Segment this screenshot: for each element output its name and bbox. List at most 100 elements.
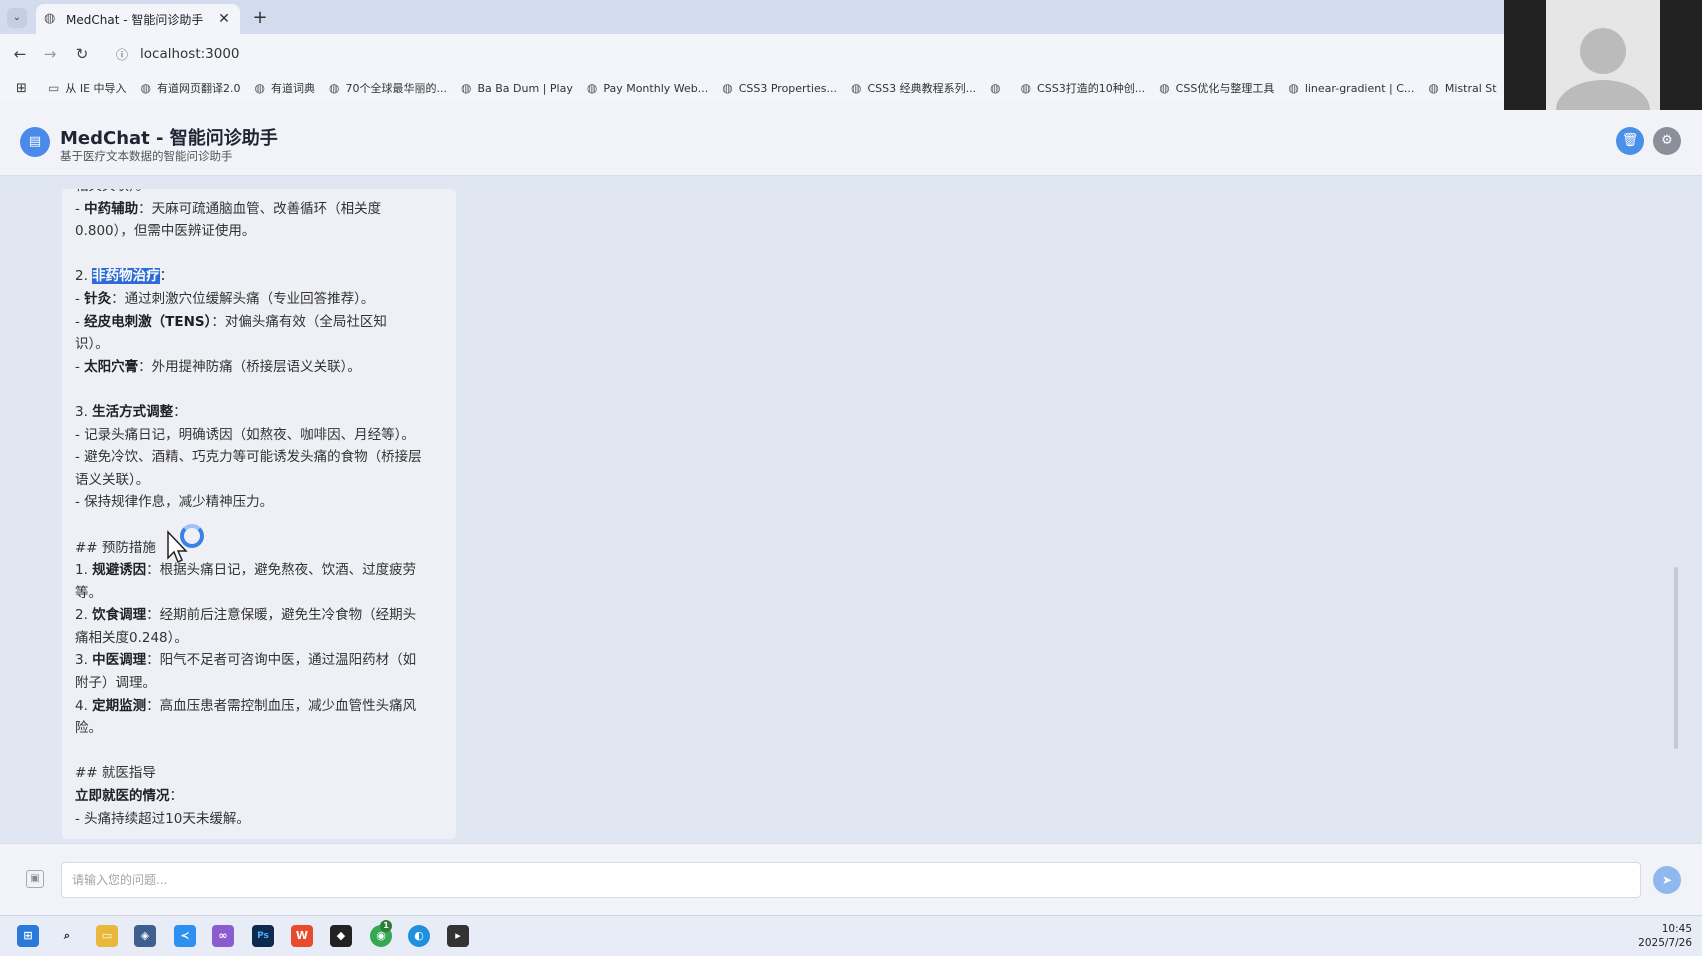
clear-chat-button[interactable]: 🗑 (1616, 127, 1644, 155)
line-bold-term: 规避诱因 (92, 562, 147, 579)
message-line: - 针灸：通过刺激穴位缓解头痛（专业回答推荐）。 (75, 288, 447, 311)
assistant-message-bubble: 相关关联）。 - 中药辅助：天麻可疏通脑血管、改善循环（相关度 0.800），但需中… (62, 189, 456, 839)
message-line: 语义关联）。 (75, 469, 447, 492)
windows-start-icon[interactable]: ⊞ (17, 925, 39, 947)
bookmark-item[interactable]: ◍ 有道网页翻译2.0 (141, 80, 241, 96)
globe-icon: ◍ (140, 81, 152, 95)
arrow-right-icon: → (43, 45, 57, 63)
notification-badge: 1 (380, 920, 392, 932)
line-text: 识）。 (75, 336, 109, 353)
visual-studio-icon[interactable]: ∞ (212, 925, 234, 947)
edge-icon[interactable]: ◐ (408, 925, 430, 947)
line-text: 等。 (75, 584, 102, 601)
browser-tab-medchat[interactable]: ◍ MedChat - 智能问诊助手 ✕ (36, 4, 240, 34)
tab-title: MedChat - 智能问诊助手 (66, 12, 204, 27)
chat-messages-area[interactable]: 相关关联）。 - 中药辅助：天麻可疏通脑血管、改善循环（相关度 0.800），但需中… (0, 177, 1702, 843)
bookmark-item[interactable]: ▭ 从 IE 中导入 (48, 80, 127, 96)
bookmark-item[interactable]: ◍ 有道词典 (255, 80, 315, 96)
folder-icon: ▭ (48, 81, 60, 95)
bookmark-item[interactable]: ◍ CSS3打造的10种创... (1021, 80, 1146, 96)
new-tab-button[interactable]: + (250, 7, 270, 28)
bookmark-item[interactable]: ◍ CSS3 经典教程系列... (851, 80, 976, 96)
globe-icon: ◍ (850, 81, 862, 95)
safari-icon[interactable]: ◈ (134, 925, 156, 947)
clock-date: 2025/7/26 (1638, 937, 1692, 949)
line-prefix: 4. (75, 697, 93, 714)
settings-button[interactable]: ⚙ (1653, 127, 1681, 155)
line-prefix: - (75, 200, 85, 217)
line-text: ： (173, 403, 187, 420)
message-line: 相关关联）。 (75, 189, 447, 198)
bookmark-item[interactable]: ◍ CSS优化与整理工具 (1159, 80, 1274, 96)
address-bar[interactable]: ⓘ localhost:3000 (108, 39, 1508, 69)
app-icon[interactable]: ◆ (330, 925, 352, 947)
line-prefix: - (75, 358, 85, 375)
line-text: ：外用提神防痛（桥接层语义关联）。 (138, 358, 361, 375)
message-line: 立即就医的情况： (75, 785, 447, 808)
tab-search-button[interactable]: ⌄ (7, 8, 27, 28)
line-text: 附子）调理。 (75, 675, 156, 692)
bookmark-item[interactable]: ◍ linear-gradient | C... (1288, 81, 1414, 95)
line-bold-term: 中药辅助 (84, 200, 139, 217)
apps-grid-icon[interactable]: ⊞ (16, 81, 30, 96)
line-text: - 保持规律作息，减少精神压力。 (75, 494, 274, 511)
globe-icon: ◍ (1020, 81, 1032, 95)
tab-close-button[interactable]: ✕ (216, 11, 232, 27)
reload-icon: ↻ (75, 45, 89, 63)
message-line: 险。 (75, 717, 447, 740)
line-text: - 避免冷饮、酒精、巧克力等可能诱发头痛的食物（桥接层 (75, 449, 422, 466)
forward-button[interactable]: → (40, 44, 60, 64)
bookmark-item[interactable]: ◍ Pay Monthly Web... (587, 81, 708, 95)
line-prefix: - (75, 313, 85, 330)
line-text: ## 就医指导 (75, 765, 156, 782)
line-text: ：阳气不足者可咨询中医，通过温阳药材（如 (146, 652, 417, 669)
terminal-icon[interactable]: ▸ (447, 925, 469, 947)
globe-icon: ◍ (586, 81, 598, 95)
file-explorer-icon[interactable]: ▭ (96, 925, 118, 947)
line-text: ：天麻可疏通脑血管、改善循环（相关度 (138, 200, 382, 217)
globe-icon: ◍ (460, 81, 472, 95)
line-text: - 记录头痛日记，明确诱因（如熬夜、咖啡因、月经等）。 (75, 426, 415, 443)
chat-input[interactable] (61, 862, 1641, 898)
line-bold-term: 饮食调理 (92, 607, 147, 624)
site-info-icon[interactable]: ⓘ (116, 46, 128, 63)
bookmark-item[interactable]: ◍ Ba Ba Dum | Play (461, 81, 573, 95)
line-bold-term: 立即就医的情况 (75, 788, 170, 805)
bookmark-item[interactable]: ◍ 70个全球最华丽的... (329, 80, 447, 96)
line-text: ： (159, 268, 174, 285)
bookmarks-bar: ⊞ ▭ 从 IE 中导入 ◍ 有道网页翻译2.0 ◍ 有道词典 ◍ 70个全球最华丽的.… (0, 74, 1702, 102)
line-text: ：对偏头痛有效（全局社区知 (211, 313, 387, 330)
message-line: ## 就医指导 (75, 762, 447, 785)
photoshop-icon[interactable]: Ps (252, 925, 274, 947)
line-bold-term: 中医调理 (92, 652, 147, 669)
message-line: 等。 (75, 582, 447, 605)
send-button[interactable]: ➤ (1653, 866, 1681, 894)
message-line (75, 378, 447, 401)
scrollbar-thumb[interactable] (1674, 567, 1678, 749)
line-bold-term: 太阳穴膏 (84, 358, 139, 375)
webcam-overlay (1504, 0, 1702, 110)
line-prefix: 1. (75, 562, 93, 579)
line-bold-term: 非药物治疗 (92, 268, 160, 285)
message-line: - 避免冷饮、酒精、巧克力等可能诱发头痛的食物（桥接层 (75, 446, 447, 469)
browser-tabstrip: ⌄ ◍ MedChat - 智能问诊助手 ✕ + (0, 0, 1702, 34)
globe-icon: ◍ (722, 81, 733, 95)
globe-icon: ◍ (1428, 81, 1439, 95)
reload-button[interactable]: ↻ (72, 44, 92, 64)
back-button[interactable]: ← (10, 44, 30, 64)
bookmark-item[interactable]: ◍ Mistral St (1428, 81, 1496, 95)
message-line: 2. 饮食调理：经期前后注意保暖，避免生冷食物（经期头 (75, 604, 447, 627)
chat-logo-icon: ▤ (20, 127, 50, 157)
chat-scrollbar[interactable] (1672, 187, 1680, 829)
vscode-icon[interactable]: ≺ (174, 925, 196, 947)
bookmark-item[interactable]: ◍ CSS3 Properties... (722, 81, 837, 95)
browser-toolbar: ← → ↻ ⓘ localhost:3000 (0, 34, 1702, 74)
system-clock[interactable]: 10:45 2025/7/26 (1620, 922, 1692, 950)
message-content: 相关关联）。 - 中药辅助：天麻可疏通脑血管、改善循环（相关度 0.800），但需中… (75, 189, 447, 830)
wps-icon[interactable]: W (291, 925, 313, 947)
line-text: ：高血压患者需控制血压，减少血管性头痛风 (146, 697, 417, 714)
search-icon[interactable]: ⌕ (56, 925, 78, 947)
bookmark-item[interactable]: ◍ (990, 81, 1006, 95)
message-line: 3. 生活方式调整： (75, 401, 447, 424)
image-upload-icon[interactable]: ▣ (26, 870, 44, 888)
